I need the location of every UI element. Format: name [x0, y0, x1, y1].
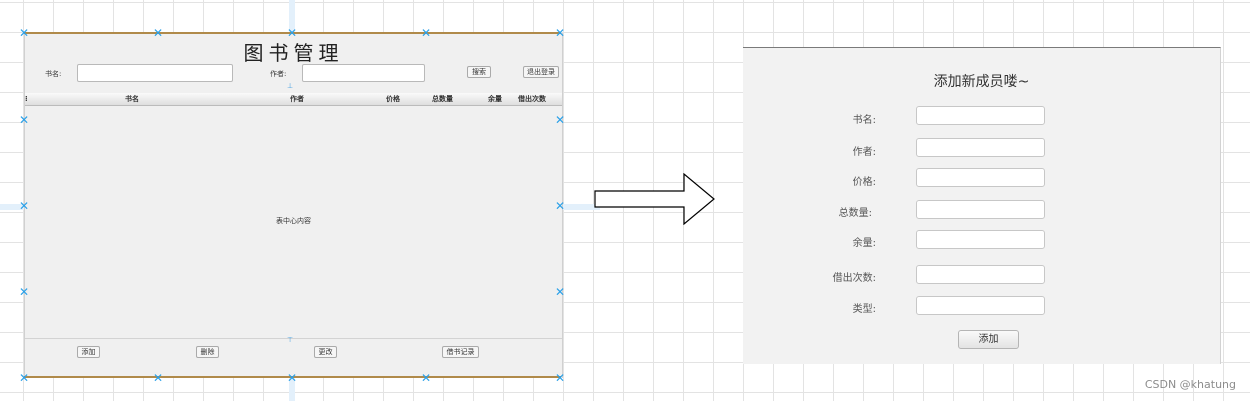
resize-handle-icon[interactable]: ✕: [554, 27, 566, 39]
resize-handle-icon[interactable]: ✕: [286, 372, 298, 384]
borrow-count-label: 借出次数:: [832, 273, 876, 284]
resize-handle-icon[interactable]: ✕: [420, 372, 432, 384]
edit-button[interactable]: 更改: [314, 346, 337, 358]
add-submit-button[interactable]: 添加: [958, 330, 1019, 349]
column-header-total[interactable]: 总数量: [432, 93, 453, 105]
borrow-count-input[interactable]: [916, 265, 1045, 284]
resize-handle-icon[interactable]: ✕: [554, 200, 566, 212]
type-label: 类型:: [852, 304, 876, 315]
column-header-title[interactable]: 书名: [125, 93, 139, 105]
remaining-label: 余量:: [852, 238, 876, 249]
book-name-label: 书名:: [852, 115, 876, 126]
column-header-price[interactable]: 价格: [386, 93, 400, 105]
resize-handle-icon[interactable]: ✕: [554, 286, 566, 298]
resize-handle-icon[interactable]: ✕: [18, 114, 30, 126]
column-header-author[interactable]: 作者: [290, 93, 304, 105]
price-input[interactable]: [916, 168, 1045, 187]
logout-button[interactable]: 退出登录: [523, 66, 559, 78]
total-quantity-input[interactable]: [916, 200, 1045, 219]
resize-handle-icon[interactable]: ✕: [152, 372, 164, 384]
column-header-borrow-count[interactable]: 借出次数: [518, 93, 546, 105]
search-name-input[interactable]: [77, 64, 233, 82]
resize-handle-icon[interactable]: ✕: [554, 372, 566, 384]
column-divider: ⁞: [25, 95, 28, 103]
table-placeholder: 表中心内容: [276, 217, 311, 225]
resize-handle-icon[interactable]: ✕: [18, 27, 30, 39]
resize-handle-icon[interactable]: ✕: [18, 286, 30, 298]
column-header-remaining[interactable]: 余量: [488, 93, 502, 105]
anchor-marker: ⊤: [287, 336, 294, 344]
search-author-label: 作者:: [270, 70, 287, 78]
dialog-title: 添加新成员喽~: [933, 74, 1030, 90]
borrow-records-button[interactable]: 借书记录: [442, 346, 479, 358]
right-arrow-icon: [594, 173, 715, 225]
search-author-input[interactable]: [302, 64, 425, 82]
book-name-input[interactable]: [916, 106, 1045, 125]
author-label: 作者:: [852, 147, 876, 158]
remaining-input[interactable]: [916, 230, 1045, 249]
main-window-design: 图书管理 书名: 作者: 搜索 退出登录 ⊥ ⁞ 书名 作者 价格 总数量 余量…: [24, 33, 563, 378]
books-table-header[interactable]: ⁞ 书名 作者 价格 总数量 余量 借出次数: [25, 93, 562, 106]
main-window-title: 图书管理: [243, 41, 344, 65]
resize-handle-icon[interactable]: ✕: [554, 114, 566, 126]
resize-handle-icon[interactable]: ✕: [18, 200, 30, 212]
search-button[interactable]: 搜索: [467, 66, 491, 78]
price-label: 价格:: [852, 177, 876, 188]
anchor-marker: ⊥: [287, 82, 294, 90]
resize-handle-icon[interactable]: ✕: [18, 372, 30, 384]
resize-handle-icon[interactable]: ✕: [420, 27, 432, 39]
search-name-label: 书名:: [45, 70, 62, 78]
add-button[interactable]: 添加: [77, 346, 100, 358]
resize-handle-icon[interactable]: ✕: [286, 27, 298, 39]
add-book-dialog: 添加新成员喽~ 书名: 作者: 价格: 总数量: 余量: 借出次数: 类型: 添…: [743, 47, 1221, 364]
author-input[interactable]: [916, 138, 1045, 157]
type-input[interactable]: [916, 296, 1045, 315]
resize-handle-icon[interactable]: ✕: [152, 27, 164, 39]
watermark: CSDN @khatung: [1144, 378, 1236, 391]
bottom-divider: [25, 338, 562, 339]
delete-button[interactable]: 删除: [196, 346, 219, 358]
total-quantity-label: 总数量:: [838, 208, 872, 219]
